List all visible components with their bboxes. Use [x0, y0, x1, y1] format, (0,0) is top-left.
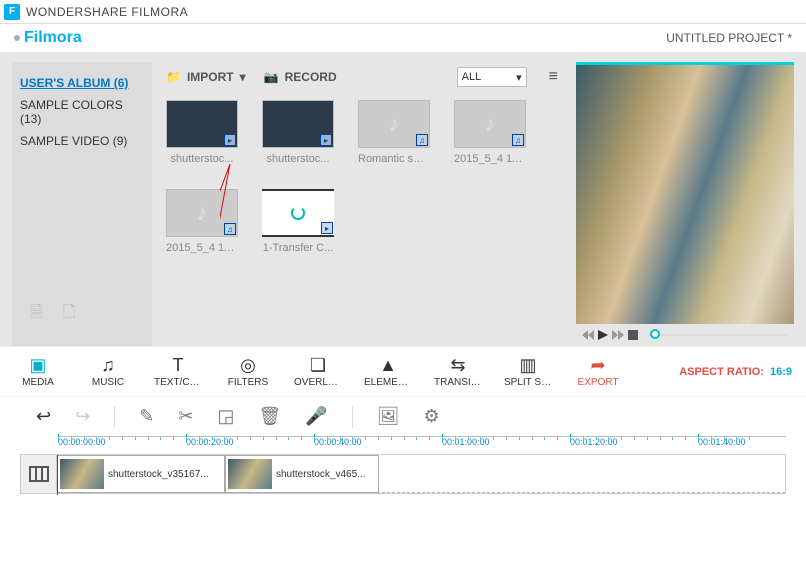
sidebar-item-sample-colors[interactable]: SAMPLE COLORS (13): [20, 94, 144, 130]
music-note-icon: ♪: [197, 200, 208, 226]
edit-toolbar: ↩ ↪ ✎ ✂ ◲ 🗑 🎤 🖼 ⚙: [0, 396, 806, 436]
crop-icon[interactable]: ◲: [217, 406, 234, 427]
seek-knob[interactable]: [650, 329, 660, 339]
tool-elements[interactable]: ▲ELEMENTS: [364, 355, 412, 388]
project-name: UNTITLED PROJECT *: [666, 31, 792, 45]
audio-badge-icon: ♫: [416, 134, 428, 146]
timeline-ruler[interactable]: 00:00:00:00 00:00:20:00 00:00:40:00 00:0…: [58, 436, 786, 454]
aspect-ratio: ASPECT RATIO:16:9: [679, 366, 792, 378]
film-icon: [29, 466, 49, 482]
chevron-down-icon: ▾: [240, 70, 246, 84]
text-icon: T: [167, 355, 189, 375]
video-track: shutterstock_v35167... shutterstock_v465…: [20, 454, 786, 494]
transitions-icon: ⇆: [447, 355, 469, 375]
tool-transitions[interactable]: ⇆TRANSITI...: [434, 355, 482, 388]
timeline: 00:00:00:00 00:00:20:00 00:00:40:00 00:0…: [0, 436, 806, 500]
import-button[interactable]: 📁 IMPORT ▾: [166, 70, 246, 84]
sidebar: USER'S ALBUM (6) SAMPLE COLORS (13) SAMP…: [12, 62, 152, 346]
export-icon: ➦: [587, 355, 609, 375]
video-badge-icon: ▸: [321, 222, 333, 234]
next-icon[interactable]: [612, 330, 624, 340]
workspace: USER'S ALBUM (6) SAMPLE COLORS (13) SAMP…: [0, 52, 806, 346]
app-icon: F: [4, 4, 20, 20]
app-logo: Filmora: [14, 29, 82, 47]
media-item[interactable]: ▸ shutterstoc...: [262, 100, 334, 165]
player-controls: [576, 324, 794, 346]
audio-badge-icon: ♫: [224, 223, 236, 235]
media-item[interactable]: ♪♫ 2015_5_4 11...: [166, 189, 238, 254]
media-grid: ▸ shutterstoc... ▸ shutterstoc... ♪♫ Rom…: [166, 100, 562, 254]
delete-icon[interactable]: 🗑: [258, 406, 281, 427]
media-item[interactable]: ♪♫ 2015_5_4 11...: [454, 100, 526, 165]
tool-media[interactable]: ▣MEDIA: [14, 355, 62, 388]
music-note-icon: ♪: [485, 111, 496, 137]
camera-icon: 📷: [264, 70, 279, 84]
media-item[interactable]: ▸ 1-Transfer C...: [262, 189, 334, 254]
sidebar-item-user-album[interactable]: USER'S ALBUM (6): [20, 72, 144, 94]
play-icon[interactable]: [598, 330, 608, 340]
tool-text[interactable]: TTEXT/CRE...: [154, 355, 202, 388]
filter-select[interactable]: ALL ▾: [457, 67, 527, 87]
edit-icon[interactable]: ✎: [139, 406, 154, 427]
app-title: WONDERSHARE FILMORA: [26, 5, 188, 19]
snapshot-icon[interactable]: 🖼: [377, 406, 400, 427]
preview-video[interactable]: [576, 62, 794, 324]
tool-filters[interactable]: ◎FILTERS: [224, 355, 272, 388]
seek-slider[interactable]: [648, 334, 788, 336]
folder-icon: 📁: [166, 70, 181, 84]
logo-bar: Filmora UNTITLED PROJECT *: [0, 24, 806, 52]
prev-icon[interactable]: [582, 330, 594, 340]
elements-icon: ▲: [377, 355, 399, 375]
media-icon: ▣: [27, 355, 49, 375]
title-bar: F WONDERSHARE FILMORA: [0, 0, 806, 24]
video-badge-icon: ▸: [320, 134, 332, 146]
new-folder-icon[interactable]: 🗎: [30, 301, 43, 328]
media-toolbar: 📁 IMPORT ▾ 📷 RECORD ALL ▾ ≡: [166, 62, 562, 92]
timeline-clip[interactable]: shutterstock_v35167...: [57, 455, 225, 493]
split-screen-icon: ▥: [517, 355, 539, 375]
undo-icon[interactable]: ↩: [36, 406, 51, 427]
video-badge-icon: ▸: [224, 134, 236, 146]
overlays-icon: ❏: [307, 355, 329, 375]
tool-music[interactable]: ♫MUSIC: [84, 355, 132, 388]
media-item[interactable]: ♪♫ Romantic snow: [358, 100, 430, 165]
clip-thumb: [60, 459, 104, 489]
sidebar-item-sample-video[interactable]: SAMPLE VIDEO (9): [20, 130, 144, 152]
loading-icon: [291, 206, 305, 220]
hamburger-icon[interactable]: ≡: [545, 68, 562, 86]
main-toolbar: ▣MEDIA ♫MUSIC TTEXT/CRE... ◎FILTERS ❏OVE…: [0, 346, 806, 396]
record-button[interactable]: 📷 RECORD: [264, 70, 337, 84]
music-icon: ♫: [97, 355, 119, 375]
tool-overlays[interactable]: ❏OVERLAYS: [294, 355, 342, 388]
tool-split-screen[interactable]: ▥SPLIT SCREEN: [504, 355, 552, 388]
preview-pane: [576, 62, 794, 346]
clip-thumb: [228, 459, 272, 489]
filters-icon: ◎: [237, 355, 259, 375]
chevron-down-icon: ▾: [516, 71, 522, 84]
media-item[interactable]: ▸ shutterstoc...: [166, 100, 238, 165]
settings-icon[interactable]: ⚙: [424, 406, 440, 427]
voice-icon[interactable]: 🎤: [305, 406, 327, 427]
music-note-icon: ♪: [389, 111, 400, 137]
redo-icon[interactable]: ↪: [75, 406, 90, 427]
tool-export[interactable]: ➦EXPORT: [574, 355, 622, 388]
video-track-head[interactable]: [21, 455, 57, 493]
playhead[interactable]: [57, 455, 58, 495]
clip-area[interactable]: shutterstock_v35167... shutterstock_v465…: [57, 455, 785, 493]
audio-badge-icon: ♫: [512, 134, 524, 146]
timeline-clip[interactable]: shutterstock_v465...: [225, 455, 379, 493]
new-file-icon[interactable]: 🗋: [63, 301, 76, 328]
media-pane: 📁 IMPORT ▾ 📷 RECORD ALL ▾ ≡ ▸ shuttersto…: [166, 62, 562, 346]
split-icon[interactable]: ✂: [178, 406, 193, 427]
stop-icon[interactable]: [628, 330, 638, 340]
